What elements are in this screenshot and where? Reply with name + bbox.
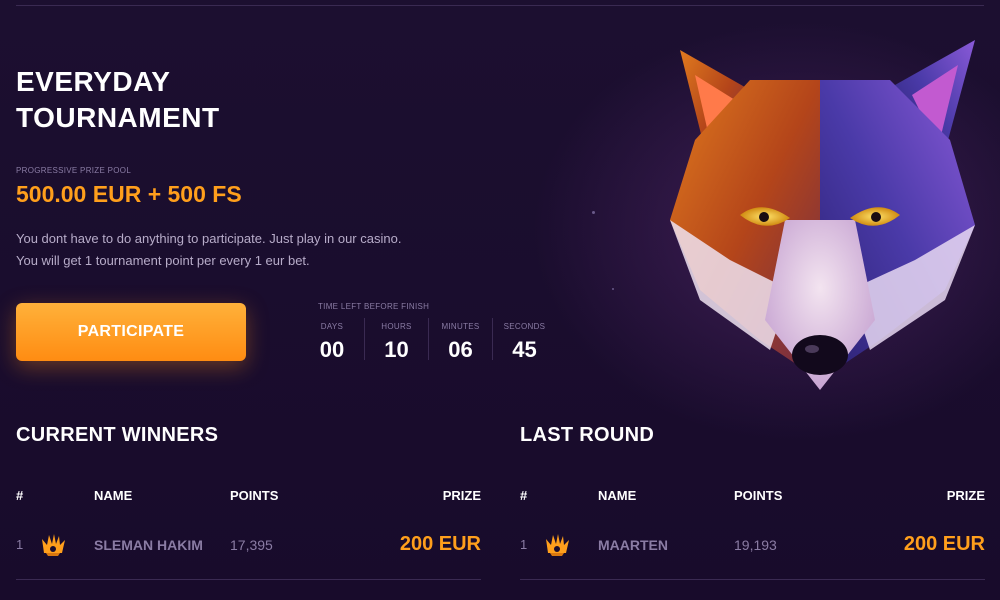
column-prize: PRIZE xyxy=(442,487,481,503)
column-rank: # xyxy=(520,487,528,503)
rank-value: 1 xyxy=(16,537,24,552)
star-decoration xyxy=(612,288,614,290)
winner-points: 17,395 xyxy=(230,536,273,553)
prize-pool-label: PROGRESSIVE PRIZE POOL xyxy=(16,166,132,175)
timer-days-label: DAYS xyxy=(320,322,344,331)
table-row: 1 SLEMAN HAKIM 17,395 200 EUR xyxy=(16,510,481,580)
column-rank: # xyxy=(16,487,24,503)
column-name: NAME xyxy=(94,487,133,503)
timer-hours-value: 10 xyxy=(384,337,409,362)
tournament-description: You dont have to do anything to particip… xyxy=(16,228,536,272)
winner-name: MAARTEN xyxy=(598,536,668,553)
timer-hours-label: HOURS xyxy=(381,322,412,331)
winner-name: SLEMAN HAKIM xyxy=(94,536,203,553)
prize-pool-value: 500.00 EUR + 500 FS xyxy=(16,181,242,207)
star-decoration xyxy=(592,211,595,214)
headdress-icon xyxy=(42,533,65,556)
timer-label: TIME LEFT BEFORE FINISH xyxy=(318,302,430,311)
timer-minutes-value: 06 xyxy=(448,337,473,362)
current-winners-table: # NAME POINTS PRIZE 1 SLEMAN HAKIM 17,39… xyxy=(16,480,481,580)
column-prize: PRIZE xyxy=(946,487,985,503)
timer-days: DAYS 00 xyxy=(300,318,364,362)
winner-prize: 200 EUR xyxy=(399,533,481,555)
description-line: You dont have to do anything to particip… xyxy=(16,231,402,246)
timer-seconds: SECONDS 45 xyxy=(492,318,556,362)
column-points: POINTS xyxy=(230,487,279,503)
table-header: # NAME POINTS PRIZE xyxy=(16,480,481,510)
winner-prize: 200 EUR xyxy=(903,533,985,555)
timer-days-value: 00 xyxy=(319,337,345,362)
winner-points: 19,193 xyxy=(734,536,777,553)
participate-button[interactable]: PARTICIPATE xyxy=(16,303,246,361)
table-row: 1 MAARTEN 19,193 200 EUR xyxy=(520,510,985,580)
timer-seconds-value: 45 xyxy=(512,337,537,362)
description-line: You will get 1 tournament point per ever… xyxy=(16,253,310,268)
timer-hours: HOURS 10 xyxy=(364,318,428,362)
table-header: # NAME POINTS PRIZE xyxy=(520,480,985,510)
tournament-title: EVERYDAY TOURNAMENT xyxy=(16,66,220,133)
column-points: POINTS xyxy=(734,487,783,503)
last-round-table: # NAME POINTS PRIZE 1 MAARTEN 19,193 200… xyxy=(520,480,985,580)
current-winners-title: CURRENT WINNERS xyxy=(16,424,219,446)
countdown-timer: DAYS 00 HOURS 10 MINUTES 06 SECONDS 45 xyxy=(300,318,556,364)
timer-seconds-label: SECONDS xyxy=(503,322,546,331)
headdress-icon xyxy=(546,533,569,556)
top-divider xyxy=(16,5,984,6)
last-round-title: LAST ROUND xyxy=(520,424,655,446)
timer-minutes-label: MINUTES xyxy=(441,322,480,331)
column-name: NAME xyxy=(598,487,637,503)
wolf-illustration xyxy=(670,40,975,390)
timer-minutes: MINUTES 06 xyxy=(428,318,492,362)
rank-value: 1 xyxy=(520,537,528,552)
